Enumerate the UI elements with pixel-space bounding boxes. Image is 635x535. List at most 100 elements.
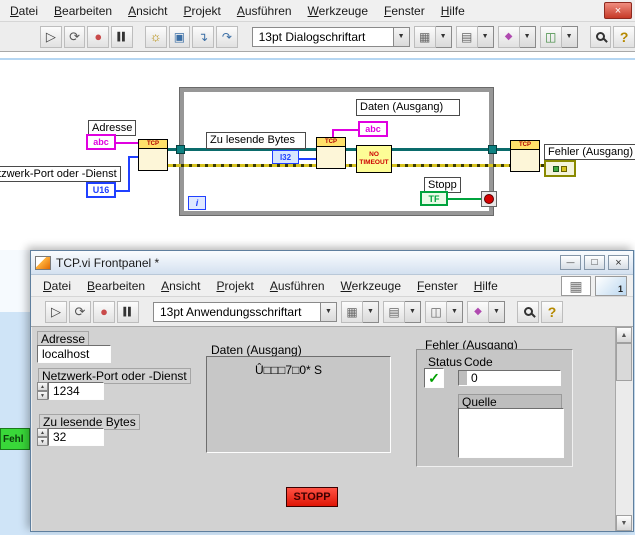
diagram-canvas[interactable]: Adresse abc Netzwerk-Port oder -Dienst U… [0,53,635,250]
reorder-objects-dropdown[interactable]: ▼ [519,25,536,48]
close-button[interactable]: × [604,2,632,19]
wire-error-cluster[interactable] [160,164,550,167]
stopp-button[interactable]: STOPP [286,487,338,507]
menu-projekt[interactable]: Projekt [175,1,228,21]
no-timeout-constant[interactable]: NO TIMEOUT [356,145,392,173]
step-over-button[interactable]: ↷ [216,25,238,48]
align-objects-button[interactable]: ▦ [413,25,436,48]
menu-ausfuehren[interactable]: Ausführen [229,1,300,21]
run-state-icon[interactable]: 1 [595,276,627,296]
run-button[interactable]: ▷ [40,25,62,48]
scrollbar-thumb[interactable] [616,343,632,381]
vertical-scrollbar[interactable]: ▲ ▼ [615,327,632,531]
search-button[interactable] [589,25,612,48]
run-continuous-button[interactable]: ⟳ [69,300,91,323]
menu-projekt[interactable]: Projekt [208,276,261,296]
menu-ansicht[interactable]: Ansicht [120,1,175,21]
error-cluster-terminal[interactable] [544,160,576,177]
close-button[interactable]: × [608,255,629,270]
menu-datei[interactable]: Datei [35,276,79,296]
wire-port-numeric[interactable] [128,156,130,192]
font-selector[interactable]: 13pt Anwendungsschriftart [153,301,321,322]
daten-string-terminal[interactable]: abc [358,121,388,137]
distribute-objects-dropdown[interactable]: ▼ [405,300,421,323]
bytes-input[interactable]: 32 [48,428,104,446]
wire-adresse-string[interactable] [116,142,140,144]
align-objects-button[interactable]: ▦ [341,300,363,323]
decrement-icon[interactable]: ▼ [37,437,48,446]
adresse-input[interactable]: localhost [37,345,111,363]
port-input[interactable]: 1234 [48,382,104,400]
menu-bearbeiten[interactable]: Bearbeiten [79,276,153,296]
clean-up-diagram-button[interactable]: ◫ [539,25,562,48]
abort-button[interactable]: ● [93,300,115,323]
front-panel-titlebar[interactable]: TCP.vi Frontpanel * — □ × [31,251,633,275]
font-selector-dropdown[interactable]: ▼ [321,301,337,322]
iteration-terminal[interactable]: i [188,196,206,210]
loop-condition-terminal[interactable] [481,191,497,207]
code-label: Code [464,355,493,369]
loop-tunnel-left[interactable] [176,145,185,154]
tcp-open-node[interactable]: TCP [138,139,168,171]
clean-up-diagram-dropdown[interactable]: ▼ [561,25,578,48]
help-button[interactable]: ? [541,300,563,323]
increment-icon[interactable]: ▲ [37,428,48,437]
step-into-button[interactable]: ↴ [192,25,215,48]
retain-wire-values-button[interactable]: ▣ [168,25,191,48]
resize-objects-dropdown[interactable]: ▼ [447,300,463,323]
align-objects-dropdown[interactable]: ▼ [363,300,379,323]
tcp-read-node[interactable]: TCP [316,137,346,169]
font-selector-dropdown[interactable]: ▼ [393,26,410,47]
tcp-close-node[interactable]: TCP [510,140,540,172]
search-button[interactable] [517,300,539,323]
resize-objects-button[interactable]: ◫ [425,300,447,323]
run-button[interactable]: ▷ [45,300,67,323]
stopp-boolean-terminal[interactable]: TF [420,191,448,206]
menu-fenster[interactable]: Fenster [376,1,433,21]
toolbar-separator [133,36,143,37]
maximize-button[interactable]: □ [584,255,605,270]
minimize-button[interactable]: — [560,255,581,270]
font-selector[interactable]: 13pt Dialogschriftart [251,26,394,47]
bytes-stepper[interactable]: ▲ ▼ [37,428,48,446]
scroll-up-button[interactable]: ▲ [616,327,632,343]
pause-icon: ▌▌ [117,32,127,41]
menu-werkzeuge[interactable]: Werkzeuge [333,276,409,296]
run-continuous-button[interactable]: ⟳ [63,25,86,48]
abort-button[interactable]: ● [87,25,110,48]
bytes-i32-constant[interactable]: I32 [272,150,299,164]
maximize-icon: □ [591,257,598,268]
port-stepper[interactable]: ▲ ▼ [37,382,48,400]
menu-werkzeuge[interactable]: Werkzeuge [300,1,376,21]
chevron-down-icon: ▼ [367,308,374,315]
distribute-objects-button[interactable]: ▤ [455,25,478,48]
wire-stop-boolean[interactable] [448,198,482,200]
menu-fenster[interactable]: Fenster [409,276,466,296]
pause-button[interactable]: ▌▌ [117,300,139,323]
align-objects-dropdown[interactable]: ▼ [435,25,452,48]
menu-hilfe[interactable]: Hilfe [466,276,506,296]
scroll-down-button[interactable]: ▼ [616,515,632,531]
menu-hilfe[interactable]: Hilfe [433,1,473,21]
wire-daten-string[interactable] [332,129,360,131]
menu-bearbeiten[interactable]: Bearbeiten [46,1,120,21]
grid-icon[interactable]: ▦ [561,276,591,296]
help-button[interactable]: ? [613,25,635,48]
port-u16-terminal[interactable]: U16 [86,182,116,198]
pause-button[interactable]: ▌▌ [111,25,133,48]
menu-datei[interactable]: Datei [2,1,46,21]
loop-tunnel-right[interactable] [488,145,497,154]
highlight-execution-button[interactable]: ☼ [144,25,167,48]
decrement-icon[interactable]: ▼ [37,391,48,400]
distribute-objects-dropdown[interactable]: ▼ [477,25,494,48]
wire-bytes-numeric[interactable] [298,158,318,160]
reorder-objects-button[interactable]: ◆ [497,25,520,48]
menu-ansicht[interactable]: Ansicht [153,276,208,296]
increment-icon[interactable]: ▲ [37,382,48,391]
menu-ausfuehren[interactable]: Ausführen [262,276,333,296]
reorder-objects-dropdown[interactable]: ▼ [489,300,505,323]
front-panel-canvas[interactable]: Adresse localhost Netzwerk-Port oder -Di… [32,327,617,531]
adresse-string-terminal[interactable]: abc [86,134,116,150]
reorder-objects-button[interactable]: ◆ [467,300,489,323]
distribute-objects-button[interactable]: ▤ [383,300,405,323]
